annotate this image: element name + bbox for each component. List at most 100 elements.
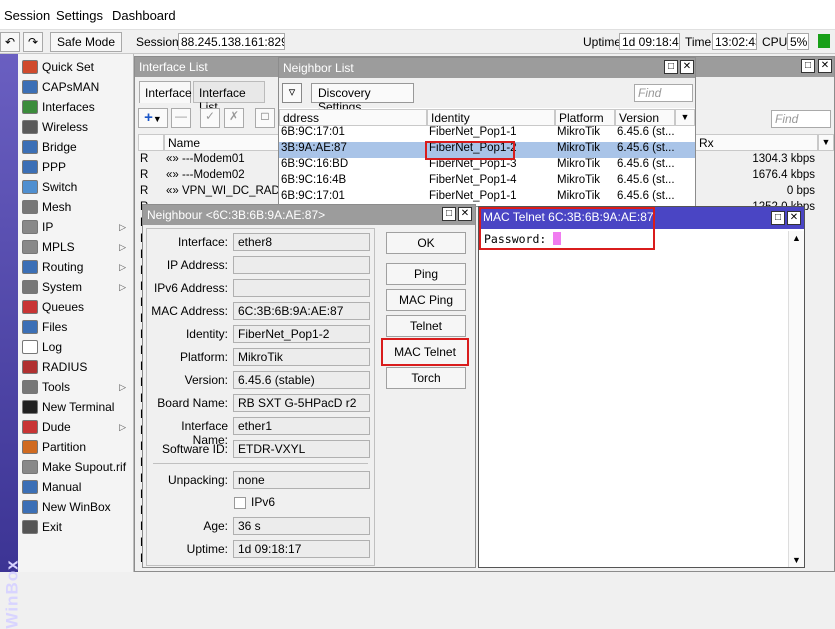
sidebar-item-mesh[interactable]: Mesh <box>18 197 134 217</box>
neighbor-row[interactable]: 6B:9C:16:4B FiberNet_Pop1-4 MikroTik 6.45.6… <box>279 174 695 190</box>
sidebar-item-new-terminal[interactable]: New Terminal <box>18 397 134 417</box>
sidebar-item-system[interactable]: System ▷ <box>18 277 134 297</box>
interface-row[interactable]: R «» ---Modem01 <box>138 153 278 169</box>
disable-button[interactable]: ✗ <box>224 108 244 128</box>
neighbor-list-restore-icon[interactable]: □ <box>664 60 678 74</box>
mac-telnet-button[interactable]: MAC Telnet <box>381 338 469 366</box>
neighbor-row[interactable]: 6B:9C:17:01 FiberNet_Pop1-1 MikroTik 6.45.6… <box>279 126 695 142</box>
interfaces-icon <box>22 100 38 114</box>
columns-menu-icon[interactable]: ▼ <box>818 134 834 151</box>
field-value: ETDR-VXYL <box>233 440 370 458</box>
redo-button[interactable]: ↷ <box>23 32 43 52</box>
sidebar-item-label: Bridge <box>42 140 77 154</box>
interface-find-input[interactable]: Find <box>771 110 831 128</box>
sidebar-item-switch[interactable]: Switch <box>18 177 134 197</box>
submenu-arrow-icon: ▷ <box>119 381 126 392</box>
sidebar-item-ip[interactable]: IP ▷ <box>18 217 134 237</box>
sidebar-item-quick-set[interactable]: Quick Set <box>18 57 134 77</box>
filter-button[interactable]: ▿ <box>282 83 302 103</box>
field-value: 6.45.6 (stable) <box>233 371 370 389</box>
interface-row[interactable]: R «» VPN_WI_DC_RADI <box>138 185 281 201</box>
mac-telnet-close-icon[interactable]: ✕ <box>787 211 801 225</box>
col-flag-header[interactable] <box>138 134 164 151</box>
neighbour-close-icon[interactable]: ✕ <box>458 207 472 221</box>
toolbar: ↶ ↷ Safe Mode Session: 88.245.138.161:82… <box>0 30 835 54</box>
sidebar-item-dude[interactable]: Dude ▷ <box>18 417 134 437</box>
terminal-scrollbar[interactable]: ▲ ▼ <box>788 231 804 567</box>
enable-button[interactable]: ✓ <box>200 108 220 128</box>
interface-rx-cell: 1676.4 kbps <box>752 169 815 181</box>
add-button[interactable]: +▼ <box>138 108 168 128</box>
sidebar-item-new-winbox[interactable]: New WinBox <box>18 497 134 517</box>
time-label: Time: <box>685 35 715 49</box>
neighbor-list-titlebar[interactable]: Neighbor List <box>279 58 695 78</box>
safe-mode-button[interactable]: Safe Mode <box>50 32 122 52</box>
cpu-indicator <box>818 34 830 48</box>
files-icon <box>22 320 38 334</box>
comment-button[interactable]: □ <box>255 108 275 128</box>
remove-button[interactable]: — <box>171 108 191 128</box>
col-identity-header[interactable]: Identity <box>427 109 555 126</box>
sidebar-item-tools[interactable]: Tools ▷ <box>18 377 134 397</box>
interface-list-restore-icon[interactable]: □ <box>801 59 815 73</box>
sidebar-item-partition[interactable]: Partition <box>18 437 134 457</box>
neighbour-restore-icon[interactable]: □ <box>442 207 456 221</box>
terminal-cursor[interactable] <box>553 232 561 245</box>
neighbor-columns-menu-icon[interactable]: ▼ <box>675 109 695 126</box>
col-name-header[interactable]: Name <box>164 134 279 151</box>
menu-settings[interactable]: Settings <box>56 8 103 23</box>
sidebar-item-wireless[interactable]: Wireless <box>18 117 134 137</box>
menu-session[interactable]: Session <box>4 8 50 23</box>
undo-button[interactable]: ↶ <box>0 32 20 52</box>
col-platform-header[interactable]: Platform <box>555 109 615 126</box>
sidebar-item-manual[interactable]: Manual <box>18 477 134 497</box>
neighbour-dialog-titlebar[interactable]: Neighbour <6C:3B:6B:9A:AE:87> <box>143 205 475 225</box>
neighbor-list-close-icon[interactable]: ✕ <box>680 60 694 74</box>
col-address-header[interactable]: ddress <box>279 109 427 126</box>
neighbor-row[interactable]: 6B:9C:16:BD FiberNet_Pop1-3 MikroTik 6.45.6… <box>279 158 695 174</box>
ipv6-checkbox[interactable] <box>234 497 246 509</box>
tab-interface-list[interactable]: Interface List <box>193 81 265 114</box>
ok-button[interactable]: OK <box>386 232 466 254</box>
neighbour-dialog: Neighbour <6C:3B:6B:9A:AE:87> □ ✕ Interf… <box>142 204 476 568</box>
col-rx-header[interactable]: Rx <box>695 134 818 151</box>
interface-rx-cell: 0 bps <box>786 185 815 197</box>
row-platform: MikroTik <box>557 174 601 186</box>
menu-dashboard[interactable]: Dashboard <box>112 8 176 23</box>
discovery-settings-button[interactable]: Discovery Settings <box>311 83 414 114</box>
sidebar-item-routing[interactable]: Routing ▷ <box>18 257 134 277</box>
field-label: MAC Address: <box>151 304 228 318</box>
plus-icon: + <box>144 109 153 126</box>
ping-button[interactable]: Ping <box>386 263 466 285</box>
sidebar-item-capsman[interactable]: CAPsMAN <box>18 77 134 97</box>
scroll-down-icon[interactable]: ▼ <box>792 555 801 565</box>
interface-row[interactable]: R «» ---Modem02 <box>138 169 278 185</box>
sidebar-item-interfaces[interactable]: Interfaces <box>18 97 134 117</box>
sidebar-item-queues[interactable]: Queues <box>18 297 134 317</box>
mac-ping-button[interactable]: MAC Ping <box>386 289 466 311</box>
scroll-up-icon[interactable]: ▲ <box>792 233 801 243</box>
sidebar-item-label: Files <box>42 320 68 334</box>
sidebar-item-files[interactable]: Files <box>18 317 134 337</box>
sidebar-item-ppp[interactable]: PPP <box>18 157 134 177</box>
sidebar-item-label: Partition <box>42 440 87 454</box>
telnet-button[interactable]: Telnet <box>386 315 466 337</box>
undo-icon: ↶ <box>4 35 16 49</box>
neighbor-find-input[interactable]: Find <box>634 84 693 102</box>
sidebar-item-radius[interactable]: RADIUS <box>18 357 134 377</box>
torch-button[interactable]: Torch <box>386 367 466 389</box>
sidebar-item-exit[interactable]: Exit <box>18 517 134 537</box>
col-version-header[interactable]: Version <box>615 109 675 126</box>
sidebar-item-log[interactable]: Log <box>18 337 134 357</box>
mac-telnet-restore-icon[interactable]: □ <box>771 211 785 225</box>
sidebar-item-label: PPP <box>42 160 67 174</box>
manual-icon <box>22 480 38 494</box>
capsman-icon <box>22 80 38 94</box>
sidebar-item-mpls[interactable]: MPLS ▷ <box>18 237 134 257</box>
sidebar-item-bridge[interactable]: Bridge <box>18 137 134 157</box>
interface-list-close-icon[interactable]: ✕ <box>818 59 832 73</box>
sidebar-item-make-supout-rif[interactable]: Make Supout.rif <box>18 457 134 477</box>
tab-interface[interactable]: Interface <box>139 81 192 103</box>
row-address: 6B:9C:17:01 <box>281 126 345 138</box>
system-icon <box>22 280 38 294</box>
